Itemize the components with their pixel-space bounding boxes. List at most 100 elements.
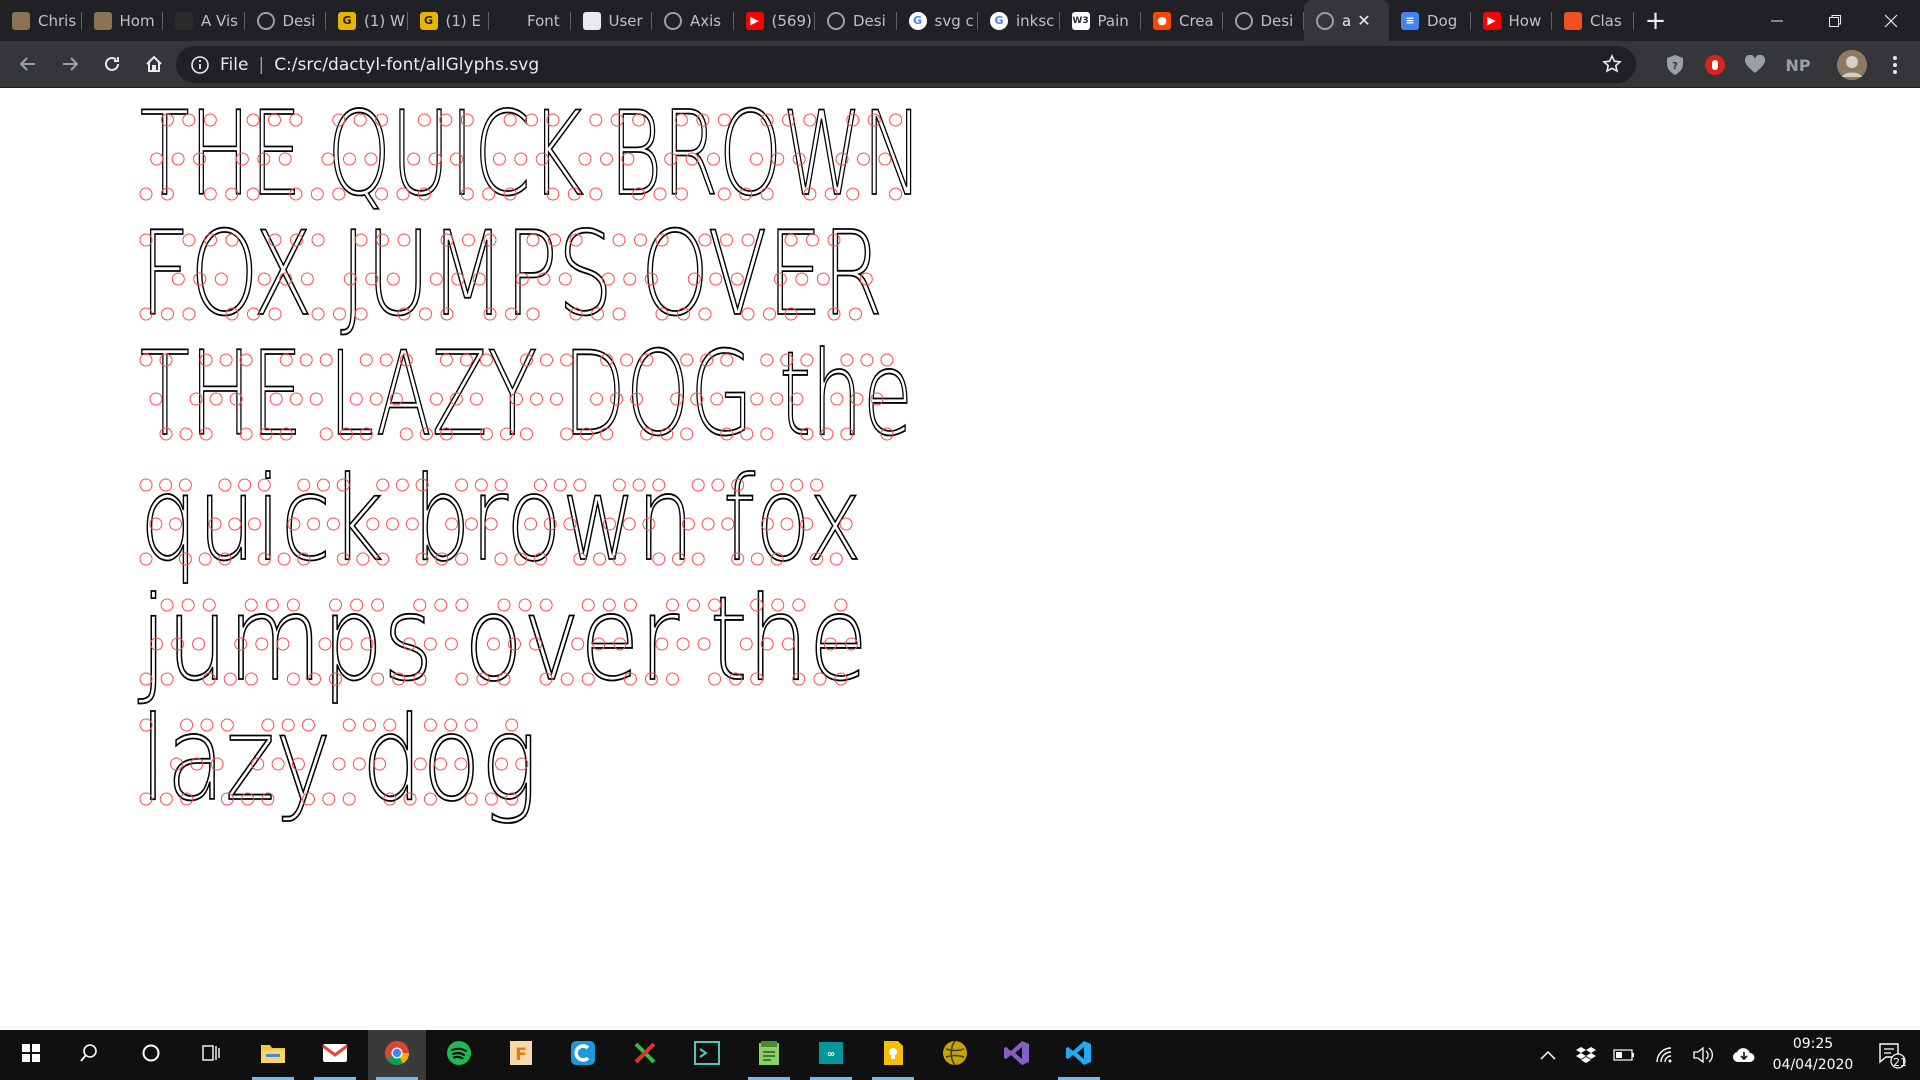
taskbar-gmail[interactable] — [306, 1030, 364, 1080]
forward-arrow-icon — [63, 57, 79, 71]
glyph-line-4: quick brown fox — [139, 451, 863, 588]
avatar-icon — [1837, 50, 1867, 80]
tab-1[interactable]: Hom — [82, 0, 164, 41]
taskbar-crossover[interactable] — [616, 1030, 674, 1080]
taskbar-search[interactable] — [60, 1030, 118, 1080]
battery-icon[interactable] — [1606, 1030, 1642, 1080]
globe-icon — [664, 11, 682, 30]
svg-text:F: F — [515, 1045, 527, 1065]
google-icon: G — [908, 11, 927, 30]
onedrive-cloud-icon[interactable] — [1726, 1030, 1762, 1080]
extension-np-icon[interactable]: NP — [1782, 52, 1814, 78]
taskbar-file-explorer[interactable] — [244, 1030, 302, 1080]
close-window-button[interactable] — [1862, 0, 1920, 41]
system-clock[interactable]: 09:25 04/04/2020 — [1768, 1034, 1858, 1076]
tab-13[interactable]: W3 Pain — [1060, 0, 1142, 41]
action-center-button[interactable]: 21 — [1866, 1030, 1916, 1080]
tab-18[interactable]: ▶ How — [1471, 0, 1553, 41]
address-bar[interactable]: File | C:/src/dactyl-font/allGlyphs.svg — [176, 46, 1636, 83]
taskbar-keep[interactable] — [864, 1030, 922, 1080]
taskbar-windows-start[interactable] — [2, 1030, 60, 1080]
tab-9[interactable]: ▶ (569) — [734, 0, 816, 41]
url-text[interactable]: C:/src/dactyl-font/allGlyphs.svg — [274, 55, 539, 75]
extension-shield-icon[interactable]: ? — [1662, 52, 1688, 78]
bookmark-star-icon[interactable] — [1602, 54, 1622, 74]
taskbar-globe-app[interactable] — [926, 1030, 984, 1080]
tab-15[interactable]: Desi — [1223, 0, 1305, 41]
new-tab-button[interactable]: + — [1634, 0, 1678, 41]
tab-6[interactable]: Font — [489, 0, 571, 41]
youtube-icon: ▶ — [1482, 11, 1501, 30]
tab-5[interactable]: G (1) E — [408, 0, 490, 41]
tab-10[interactable]: Desi — [815, 0, 897, 41]
glyph-line-5: jumps over the — [137, 571, 869, 708]
tab-close-icon[interactable]: ✕ — [1357, 11, 1370, 30]
tab-title: svg c — [934, 11, 974, 30]
reload-button[interactable] — [92, 44, 132, 84]
home-icon — [146, 55, 162, 72]
windows-start-icon — [22, 1044, 40, 1066]
tab-14[interactable]: ● Crea — [1141, 0, 1223, 41]
taskbar-visual-studio[interactable] — [988, 1030, 1046, 1080]
youtube-icon: ▶ — [745, 11, 764, 30]
taskbar-vscode[interactable] — [1050, 1030, 1108, 1080]
tab-7[interactable]: User — [571, 0, 653, 41]
taskbar-spotify[interactable] — [430, 1030, 488, 1080]
cortana-icon — [141, 1043, 161, 1067]
info-icon — [191, 55, 209, 74]
crossover-icon — [632, 1040, 658, 1070]
taskbar-ccleaner[interactable] — [554, 1030, 612, 1080]
back-button[interactable] — [8, 44, 48, 84]
taskbar-task-view[interactable] — [182, 1030, 240, 1080]
notification-count: 21 — [1893, 1056, 1907, 1069]
tab-11[interactable]: Gsvg c — [897, 0, 979, 41]
tab-19[interactable]: Clas — [1552, 0, 1634, 41]
tab-3[interactable]: Desi — [245, 0, 327, 41]
back-arrow-icon — [19, 57, 35, 71]
url-separator: | — [258, 54, 265, 75]
tab-0[interactable]: Chris — [0, 0, 82, 41]
chrome-menu-button[interactable] — [1882, 52, 1908, 78]
wifi-icon[interactable] — [1648, 1030, 1684, 1080]
visual-studio-icon — [1004, 1040, 1030, 1070]
tab-17[interactable]: ≡ Dog — [1389, 0, 1471, 41]
taskbar-terminal[interactable] — [678, 1030, 736, 1080]
taskbar-fontforge[interactable]: F — [492, 1030, 550, 1080]
tab-title: Clas — [1590, 11, 1622, 30]
tab-16[interactable]: a ✕ — [1304, 0, 1389, 41]
tab-title: Axis — [690, 11, 722, 30]
forward-button[interactable] — [50, 44, 90, 84]
glyph-line-text: THE QUICK BROWN — [140, 89, 923, 222]
taskbar-chrome[interactable] — [368, 1030, 426, 1080]
tab-8[interactable]: Axis — [652, 0, 734, 41]
tab-title: A Vis — [201, 11, 238, 30]
globe-icon — [1316, 11, 1334, 30]
reddit-icon: ● — [1153, 11, 1171, 30]
tab-title: Desi — [853, 11, 886, 30]
tab-title: Pain — [1097, 11, 1129, 30]
tab-title: Dog — [1427, 11, 1458, 30]
dropbox-icon[interactable] — [1568, 1030, 1604, 1080]
glyph-line-1: THE QUICK BROWN — [139, 89, 924, 223]
tab-title: Hom — [119, 11, 155, 30]
restore-button[interactable] — [1806, 0, 1864, 41]
minimize-button[interactable] — [1748, 0, 1806, 41]
extension-heart-icon[interactable] — [1742, 52, 1768, 78]
globe-icon — [256, 11, 275, 30]
show-hidden-icons-chevron-icon[interactable] — [1530, 1030, 1566, 1080]
tab-title: (1) E — [445, 11, 482, 30]
home-button[interactable] — [134, 44, 174, 84]
taskbar-notepad[interactable] — [740, 1030, 798, 1080]
tab-title: a — [1342, 11, 1352, 30]
profile-avatar[interactable] — [1837, 50, 1867, 80]
taskbar-cortana[interactable] — [122, 1030, 180, 1080]
tab-title: How — [1508, 11, 1542, 30]
extension-red-hand-icon[interactable] — [1702, 52, 1728, 78]
spotify-icon — [446, 1040, 472, 1070]
volume-icon[interactable] — [1686, 1030, 1722, 1080]
tab-4[interactable]: G (1) W — [326, 0, 408, 41]
taskbar-arduino[interactable]: ∞ — [802, 1030, 860, 1080]
tab-12[interactable]: Ginksc — [978, 0, 1060, 41]
tab-2[interactable]: A Vis — [163, 0, 245, 41]
ccleaner-icon — [570, 1040, 596, 1070]
